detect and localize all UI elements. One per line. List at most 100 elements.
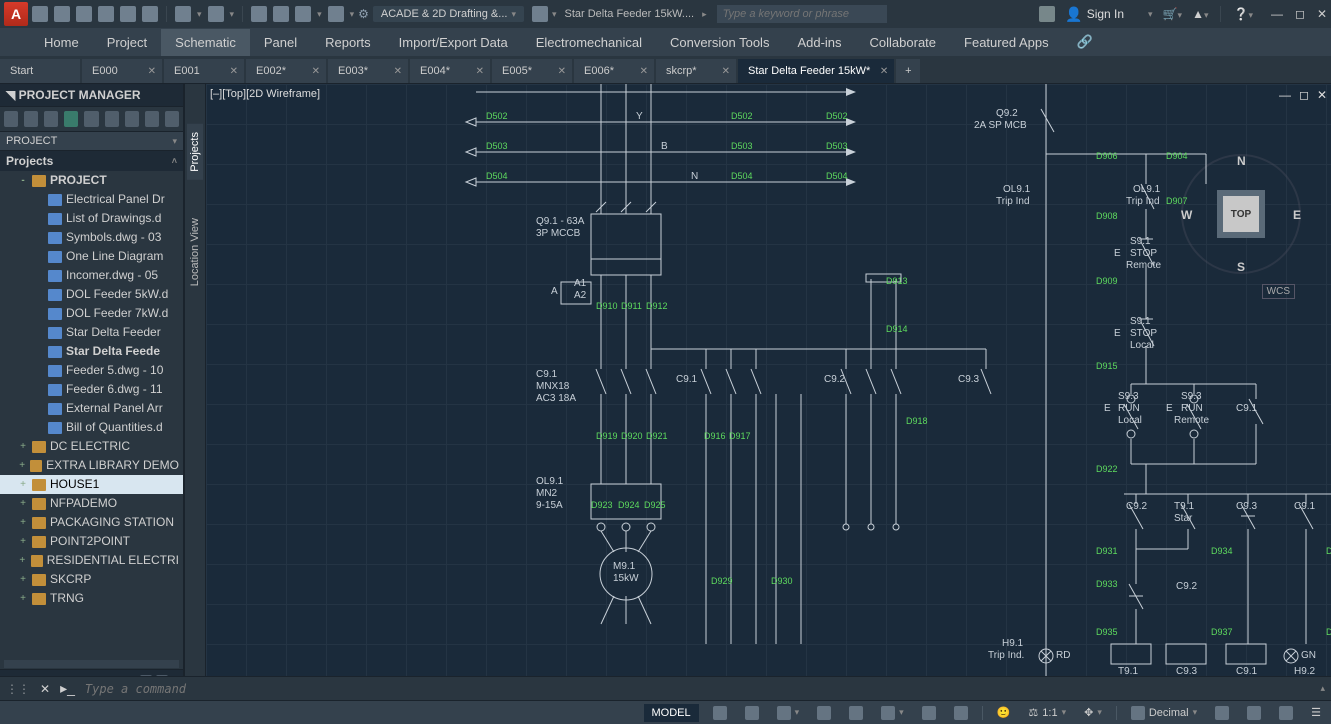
menu-collaborate[interactable]: Collaborate — [856, 29, 951, 56]
anno-scale[interactable]: ⚖ 1:1▾ — [1024, 706, 1070, 719]
close-icon[interactable]: ✕ — [230, 66, 238, 77]
tree-row[interactable]: List of Drawings.d — [0, 209, 183, 228]
tree-row[interactable]: Feeder 6.dwg - 11 — [0, 380, 183, 399]
tree-row[interactable]: +PACKAGING STATION — [0, 513, 183, 532]
tree-row[interactable]: +POINT2POINT — [0, 532, 183, 551]
file-tab[interactable]: Start — [0, 59, 80, 83]
search-input[interactable] — [717, 5, 887, 23]
tree-row[interactable]: +TRNG — [0, 589, 183, 608]
menu-featured-apps[interactable]: Featured Apps — [950, 29, 1063, 56]
pm-tool-open[interactable] — [24, 111, 38, 127]
tree-row[interactable]: Symbols.dwg - 03 — [0, 228, 183, 247]
menu-link-icon[interactable]: 🔗 — [1063, 28, 1107, 56]
tree-row[interactable]: Star Delta Feede — [0, 342, 183, 361]
side-tab-projects[interactable]: Projects — [187, 124, 203, 180]
side-tab-location[interactable]: Location View — [187, 210, 203, 294]
pm-projects-section[interactable]: Projects˄ — [0, 151, 183, 171]
pm-tool-e[interactable] — [165, 111, 179, 127]
tree-row[interactable]: Electrical Panel Dr — [0, 190, 183, 209]
pm-tool-new[interactable] — [4, 111, 18, 127]
customize-icon[interactable]: ☰ — [1307, 706, 1325, 719]
tree-row[interactable]: -PROJECT — [0, 171, 183, 190]
menu-import-export-data[interactable]: Import/Export Data — [385, 29, 522, 56]
props-icon[interactable] — [328, 6, 344, 22]
file-tab[interactable]: E002*✕ — [246, 59, 326, 83]
tree-row[interactable]: DOL Feeder 5kW.d — [0, 285, 183, 304]
share-icon[interactable] — [532, 6, 548, 22]
print-icon[interactable] — [251, 6, 267, 22]
close-icon[interactable]: ✕ — [722, 66, 730, 77]
menu-electromechanical[interactable]: Electromechanical — [522, 29, 656, 56]
open-icon[interactable] — [54, 6, 70, 22]
quick-props[interactable] — [1211, 706, 1233, 720]
close-button[interactable]: ✕ — [1317, 7, 1327, 21]
cart-icon[interactable]: 🛒▾ — [1163, 7, 1182, 21]
redo-icon[interactable] — [208, 6, 224, 22]
close-icon[interactable]: ✕ — [394, 66, 402, 77]
menu-add-ins[interactable]: Add-ins — [783, 29, 855, 56]
polar-toggle[interactable] — [813, 706, 835, 720]
maximize-button[interactable]: ◻ — [1295, 7, 1305, 21]
file-tab[interactable]: E003*✕ — [328, 59, 408, 83]
file-tab[interactable]: E000✕ — [82, 59, 162, 83]
tree-row[interactable]: +NFPADEMO — [0, 494, 183, 513]
pm-tool-c[interactable] — [125, 111, 139, 127]
menu-reports[interactable]: Reports — [311, 29, 385, 56]
tree-row[interactable]: Bill of Quantities.d — [0, 418, 183, 437]
close-icon[interactable]: ✕ — [558, 66, 566, 77]
save-icon[interactable] — [76, 6, 92, 22]
close-icon[interactable]: ✕ — [476, 66, 484, 77]
cmd-recent-icon[interactable]: ▴ — [1320, 683, 1325, 694]
menu-panel[interactable]: Panel — [250, 29, 311, 56]
file-tab[interactable]: E001✕ — [164, 59, 244, 83]
saveas-icon[interactable] — [98, 6, 114, 22]
command-input[interactable] — [85, 682, 1311, 696]
tree-row[interactable]: +RESIDENTIAL ELECTRI — [0, 551, 183, 570]
close-icon[interactable]: ✕ — [148, 66, 156, 77]
osnap-toggle[interactable] — [845, 706, 867, 720]
tree-row[interactable]: +HOUSE1 — [0, 475, 183, 494]
pm-tool-d[interactable] — [145, 111, 159, 127]
pm-tool-refresh[interactable] — [64, 111, 78, 127]
new-icon[interactable] — [32, 6, 48, 22]
close-icon[interactable]: ✕ — [312, 66, 320, 77]
iso-toggle[interactable] — [1275, 706, 1297, 720]
undo-icon[interactable] — [175, 6, 191, 22]
app-logo[interactable]: A — [4, 2, 28, 26]
otrack-toggle[interactable]: ▾ — [877, 706, 908, 720]
pm-project-combo[interactable]: PROJECT▾ — [0, 131, 183, 151]
file-tab[interactable]: E006*✕ — [574, 59, 654, 83]
tree-row[interactable]: +EXTRA LIBRARY DEMO — [0, 456, 183, 475]
plot-icon[interactable] — [142, 6, 158, 22]
help-icon[interactable]: ❔▾ — [1233, 7, 1252, 21]
grid-toggle[interactable] — [709, 706, 731, 720]
tree-row[interactable]: Star Delta Feeder — [0, 323, 183, 342]
file-tab[interactable]: skcrp*✕ — [656, 59, 736, 83]
menu-project[interactable]: Project — [93, 29, 161, 56]
file-tab[interactable]: E005*✕ — [492, 59, 572, 83]
pm-tool-a[interactable] — [84, 111, 98, 127]
new-tab-button[interactable]: + — [896, 59, 920, 83]
tree-row[interactable]: DOL Feeder 7kW.d — [0, 304, 183, 323]
drawing-canvas[interactable]: [–][Top][2D Wireframe] — ◻ ✕ TOP N S E W… — [206, 84, 1331, 692]
file-tab[interactable]: E004*✕ — [410, 59, 490, 83]
close-icon[interactable]: ✕ — [640, 66, 648, 77]
tree-row[interactable]: +SKCRP — [0, 570, 183, 589]
pm-tool-b[interactable] — [105, 111, 119, 127]
tree-row[interactable]: +DC ELECTRIC — [0, 437, 183, 456]
anno-monitor[interactable]: 🙂 — [993, 706, 1015, 719]
cmd-history-icon[interactable]: ⋮⋮ — [6, 682, 30, 696]
workspace-switcher[interactable]: ACADE & 2D Drafting &...▾ — [373, 6, 524, 22]
minimize-button[interactable]: — — [1271, 7, 1283, 21]
lwt-toggle[interactable] — [918, 706, 940, 720]
user-icon[interactable] — [1039, 6, 1055, 22]
menu-schematic[interactable]: Schematic — [161, 29, 250, 56]
ortho-toggle[interactable]: ▾ — [773, 706, 804, 720]
anno-vis[interactable]: ✥▾ — [1080, 706, 1106, 719]
tree-row[interactable]: One Line Diagram — [0, 247, 183, 266]
saveall-icon[interactable] — [120, 6, 136, 22]
pm-tool-prev[interactable] — [44, 111, 58, 127]
layer-icon[interactable] — [295, 6, 311, 22]
cmd-close-icon[interactable]: ✕ — [40, 682, 50, 696]
menu-conversion-tools[interactable]: Conversion Tools — [656, 29, 783, 56]
